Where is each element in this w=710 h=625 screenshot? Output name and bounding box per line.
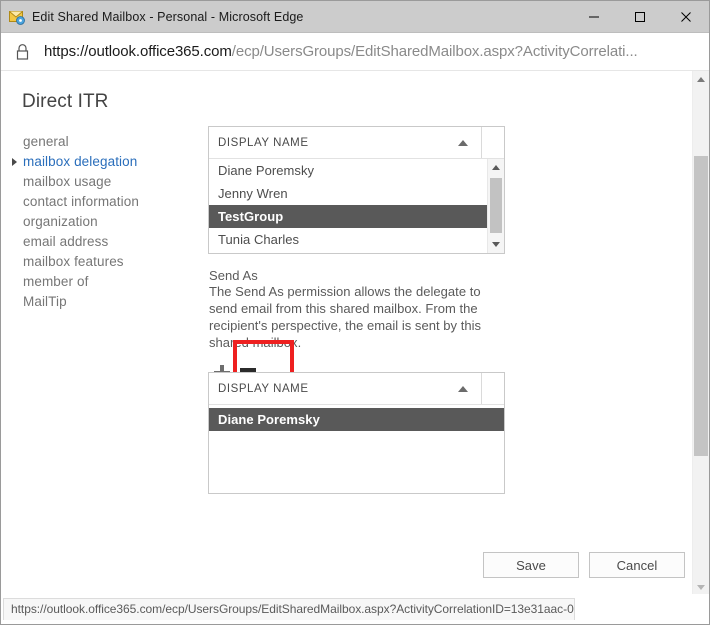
list-header-row[interactable]: DISPLAY NAME	[209, 373, 504, 405]
send-as-description: The Send As permission allows the delega…	[209, 284, 482, 350]
sidebar-item-contact-information[interactable]: contact information	[12, 192, 202, 212]
address-bar-url[interactable]: https://outlook.office365.com/ecp/UsersG…	[44, 43, 638, 60]
sidebar-item-email-address[interactable]: email address	[12, 232, 202, 252]
close-button[interactable]	[663, 1, 709, 32]
list-item[interactable]: Tunia Charles	[209, 228, 504, 251]
list-scrollbar[interactable]	[487, 159, 504, 253]
page-scrollbar[interactable]	[692, 71, 709, 596]
list-item-label: Diane Poremsky	[218, 412, 320, 427]
caret-right-icon	[12, 158, 17, 166]
sidebar-item-mailtip[interactable]: MailTip	[12, 292, 202, 312]
save-button[interactable]: Save	[483, 552, 579, 578]
sidebar-item-label: contact information	[23, 194, 139, 209]
sidebar-item-label: MailTip	[23, 294, 67, 309]
sidebar-item-label: mailbox usage	[23, 174, 112, 189]
dialog-footer: Save Cancel	[483, 552, 685, 578]
send-as-list[interactable]: DISPLAY NAME Diane Poremsky	[208, 372, 505, 494]
mailbox-settings-icon	[9, 9, 25, 25]
list-header-row[interactable]: DISPLAY NAME	[209, 127, 504, 159]
sidebar-item-general[interactable]: general	[12, 132, 202, 152]
sidebar-item-label: organization	[23, 214, 98, 229]
scrollbar-thumb[interactable]	[490, 178, 502, 233]
header-divider	[481, 127, 482, 158]
list-item-label: Diane Poremsky	[218, 163, 315, 178]
list-item[interactable]: TestGroup	[209, 205, 504, 228]
list-item[interactable]: Diane Poremsky	[209, 408, 504, 431]
column-header-display-name: DISPLAY NAME	[218, 136, 309, 149]
page-scrollbar-thumb[interactable]	[694, 156, 708, 456]
window-controls	[571, 1, 709, 32]
send-as-title: Send As	[209, 268, 258, 283]
sidebar-item-label: mailbox features	[23, 254, 124, 269]
sort-ascending-icon[interactable]	[458, 140, 468, 146]
list-item[interactable]: Diane Poremsky	[209, 159, 504, 182]
list-item-label: Tunia Charles	[218, 232, 300, 247]
header-divider	[481, 373, 482, 404]
page-content: Direct ITR general mailbox delegation ma…	[1, 71, 709, 596]
status-bar: https://outlook.office365.com/ecp/UsersG…	[1, 594, 709, 624]
title-bar: Edit Shared Mailbox - Personal - Microso…	[1, 1, 709, 33]
sidebar-item-label: general	[23, 134, 69, 149]
url-host: https://outlook.office365.com	[44, 43, 232, 60]
sidebar-item-mailbox-delegation[interactable]: mailbox delegation	[12, 152, 202, 172]
list-item[interactable]: Jenny Wren	[209, 182, 504, 205]
lock-icon	[15, 43, 30, 61]
sidebar-item-mailbox-usage[interactable]: mailbox usage	[12, 172, 202, 192]
scroll-down-arrow-icon[interactable]	[488, 236, 504, 253]
full-access-list[interactable]: DISPLAY NAME Diane Poremsky Jenny Wren T…	[208, 126, 505, 254]
maximize-button[interactable]	[617, 1, 663, 32]
url-path: /ecp/UsersGroups/EditSharedMailbox.aspx?…	[231, 43, 638, 60]
sidebar-item-mailbox-features[interactable]: mailbox features	[12, 252, 202, 272]
window-title: Edit Shared Mailbox - Personal - Microso…	[32, 9, 304, 24]
scroll-up-arrow-icon[interactable]	[488, 159, 504, 176]
sidebar-item-label: member of	[23, 274, 89, 289]
list-item-label: Jenny Wren	[218, 186, 288, 201]
address-bar[interactable]: https://outlook.office365.com/ecp/UsersG…	[1, 33, 709, 71]
sidebar-item-member-of[interactable]: member of	[12, 272, 202, 292]
cancel-button[interactable]: Cancel	[589, 552, 685, 578]
column-header-display-name: DISPLAY NAME	[218, 382, 309, 395]
page-title: Direct ITR	[22, 91, 109, 112]
sidebar-item-label: email address	[23, 234, 109, 249]
list-body[interactable]: Diane Poremsky Jenny Wren TestGroup Tuni…	[209, 159, 504, 253]
status-bar-url: https://outlook.office365.com/ecp/UsersG…	[3, 598, 575, 620]
sidebar-item-label: mailbox delegation	[23, 154, 138, 169]
list-item-label: TestGroup	[218, 209, 284, 224]
sort-ascending-icon[interactable]	[458, 386, 468, 392]
list-body[interactable]: Diane Poremsky	[209, 405, 504, 496]
sidebar-item-organization[interactable]: organization	[12, 212, 202, 232]
page-scroll-up-arrow-icon[interactable]	[693, 71, 709, 88]
minimize-button[interactable]	[571, 1, 617, 32]
sidebar-nav: general mailbox delegation mailbox usage…	[12, 132, 202, 312]
browser-window: Edit Shared Mailbox - Personal - Microso…	[0, 0, 710, 625]
